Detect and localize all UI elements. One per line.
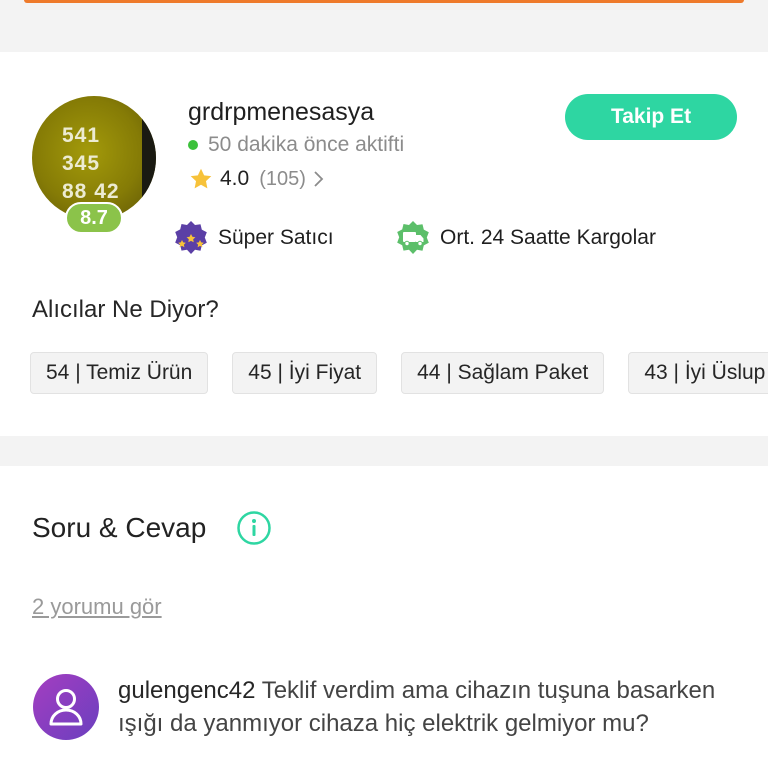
online-dot-icon	[188, 140, 198, 150]
rating-count: (105)	[259, 167, 306, 190]
feedback-chip[interactable]: 54 | Temiz Ürün	[30, 352, 209, 394]
fast-shipping-badge: Ort. 24 Saatte Kargolar	[394, 219, 656, 257]
seller-score-badge: 8.7	[65, 202, 123, 234]
avatar-text-line: 541	[62, 124, 101, 147]
super-seller-badge: Süper Satıcı	[172, 219, 334, 257]
feedback-chip[interactable]: 44 | Sağlam Paket	[401, 352, 605, 394]
status-text: 50 dakika önce aktifti	[208, 133, 405, 156]
comment-text: gulengenc42 Teklif verdim ama cihazın tu…	[118, 674, 728, 740]
qa-card: Soru & Cevap 2 yorumu gör gulengenc42 Te…	[0, 466, 768, 768]
info-icon[interactable]	[236, 510, 272, 546]
buyer-feedback-title: Alıcılar Ne Diyor?	[32, 296, 219, 323]
seller-avatar[interactable]: 541 345 88 42 8.7	[32, 96, 156, 234]
chevron-right-icon	[314, 171, 324, 187]
seller-card: 541 345 88 42 8.7 grdrpmenesasya 50 daki…	[0, 52, 768, 436]
commenter-avatar	[33, 674, 99, 740]
feedback-chip[interactable]: 45 | İyi Fiyat	[232, 352, 378, 394]
super-seller-label: Süper Satıcı	[218, 226, 334, 249]
rating-value: 4.0	[220, 167, 250, 190]
feedback-chip[interactable]: 43 | İyi Üslup	[628, 352, 768, 394]
super-seller-icon	[175, 221, 207, 254]
star-icon	[190, 168, 212, 189]
user-icon	[49, 689, 83, 726]
feedback-chips: 54 | Temiz Ürün 45 | İyi Fiyat 44 | Sağl…	[30, 352, 768, 394]
truck-icon	[397, 221, 429, 254]
avatar-text-line: 345	[62, 152, 101, 175]
fast-shipping-label: Ort. 24 Saatte Kargolar	[440, 226, 656, 249]
comment-username[interactable]: gulengenc42	[118, 677, 255, 704]
seller-name[interactable]: grdrpmenesasya	[188, 98, 374, 127]
follow-button[interactable]: Takip Et	[565, 94, 737, 140]
avatar-text-line: 88 42	[62, 180, 120, 203]
top-accent-bar	[24, 0, 744, 3]
seller-status: 50 dakika önce aktifti	[188, 133, 404, 157]
seller-rating-link[interactable]: 4.0 (105)	[188, 166, 326, 192]
see-comments-link[interactable]: 2 yorumu gör	[32, 594, 162, 620]
qa-title: Soru & Cevap	[32, 512, 207, 543]
